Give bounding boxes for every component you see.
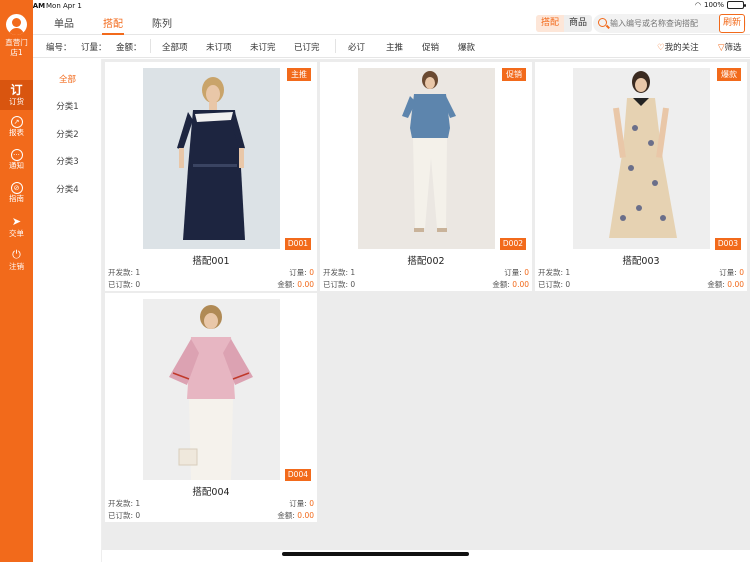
tag-badge: 促销 bbox=[502, 68, 526, 81]
view-toggle-product[interactable]: 商品 bbox=[564, 15, 592, 32]
filter-amount[interactable]: 金额： bbox=[116, 41, 142, 53]
outfit-name: 搭配004 bbox=[192, 487, 230, 498]
category-item-3[interactable]: 分类3 bbox=[33, 155, 102, 167]
order-amount: 金额: 0.00 bbox=[707, 280, 744, 289]
status-bar: 11:59 AM Mon Apr 1 ◠ 100% bbox=[0, 0, 750, 12]
category-item-all[interactable]: 全部 bbox=[33, 73, 102, 85]
category-sidebar: 全部 分类1 分类2 分类3 分类4 bbox=[33, 59, 102, 562]
ordered-count: 已订款: 0 bbox=[108, 511, 141, 520]
outfit-photo bbox=[573, 68, 710, 249]
divider bbox=[335, 39, 336, 53]
view-toggle: 搭配 商品 bbox=[536, 15, 593, 32]
ordered-count: 已订款: 0 bbox=[108, 280, 141, 289]
outfit-name: 搭配002 bbox=[407, 256, 445, 267]
filter-label: 筛选 bbox=[724, 43, 742, 53]
home-indicator[interactable] bbox=[282, 552, 469, 556]
filter-bar: 编号： 订量： 金额： 全部项 未订项 未订完 已订完 必订 主推 促销 爆款 … bbox=[33, 35, 750, 58]
outfit-code: D001 bbox=[284, 238, 311, 250]
tab-single[interactable]: 单品 bbox=[54, 15, 74, 30]
filter-button[interactable]: ▽筛选 bbox=[718, 41, 742, 53]
top-tabs: 单品 搭配 陈列 搭配 商品 刷新 bbox=[33, 12, 750, 35]
order-qty: 订量: 0 bbox=[289, 268, 314, 277]
outfit-card[interactable]: 主推 D001 搭配001 开发款: 1 已订款: 0 订量: 0 金额: 0.… bbox=[105, 62, 317, 291]
heart-icon: ♡ bbox=[657, 43, 665, 53]
outfit-name: 搭配003 bbox=[622, 256, 660, 267]
wifi-icon: ◠ bbox=[694, 1, 701, 9]
rail-item-report[interactable]: ↗ 报表 bbox=[0, 113, 33, 143]
open-count: 开发款: 1 bbox=[323, 268, 356, 277]
view-toggle-match[interactable]: 搭配 bbox=[536, 15, 565, 32]
order-qty: 订量: 0 bbox=[289, 499, 314, 508]
filter-main-push[interactable]: 主推 bbox=[386, 41, 403, 53]
rail-item-order[interactable]: 订 订货 bbox=[0, 80, 33, 110]
left-rail: 直营门店1 订 订货 ↗ 报表 ··· 通知 ⊘ 指南 ➤ 交单 ⏻ 注销 bbox=[0, 0, 33, 562]
power-icon: ⏻ bbox=[12, 248, 21, 261]
outfit-code: D004 bbox=[284, 469, 311, 481]
favorites-label: 我的关注 bbox=[664, 43, 699, 53]
tab-match[interactable]: 搭配 bbox=[103, 15, 123, 30]
outfit-photo bbox=[143, 299, 280, 480]
order-amount: 金额: 0.00 bbox=[277, 511, 314, 520]
filter-order-qty[interactable]: 订量： bbox=[81, 41, 107, 53]
filter-hot[interactable]: 爆款 bbox=[458, 41, 475, 53]
order-icon: 订 bbox=[10, 83, 23, 97]
category-item-1[interactable]: 分类1 bbox=[33, 100, 102, 112]
filter-must[interactable]: 必订 bbox=[348, 41, 365, 53]
rail-item-label: 指南 bbox=[9, 194, 24, 203]
status-right: ◠ 100% bbox=[694, 1, 746, 9]
category-item-4[interactable]: 分类4 bbox=[33, 183, 102, 195]
outfit-name: 搭配001 bbox=[192, 256, 230, 267]
rail-item-label: 通知 bbox=[9, 161, 24, 170]
rail-item-label: 订货 bbox=[9, 97, 24, 106]
order-qty: 订量: 0 bbox=[719, 268, 744, 277]
outfit-code: D002 bbox=[499, 238, 526, 250]
outfit-photo bbox=[143, 68, 280, 249]
outfit-card[interactable]: D004 搭配004 开发款: 1 已订款: 0 订量: 0 金额: 0.00 bbox=[105, 293, 317, 522]
open-count: 开发款: 1 bbox=[538, 268, 571, 277]
outfit-grid: 主推 D001 搭配001 开发款: 1 已订款: 0 订量: 0 金额: 0.… bbox=[102, 59, 750, 550]
rail-item-label: 报表 bbox=[9, 128, 24, 137]
outfit-photo bbox=[358, 68, 495, 249]
filter-not-ordered[interactable]: 未订项 bbox=[206, 41, 232, 53]
chart-icon: ↗ bbox=[10, 116, 23, 128]
order-amount: 金额: 0.00 bbox=[492, 280, 529, 289]
category-item-2[interactable]: 分类2 bbox=[33, 128, 102, 140]
rail-item-label: 交单 bbox=[9, 229, 24, 238]
battery-percent: 100% bbox=[703, 1, 724, 9]
rail-item-submit[interactable]: ➤ 交单 bbox=[0, 212, 33, 242]
filter-all[interactable]: 全部项 bbox=[162, 41, 188, 53]
favorites-button[interactable]: ♡我的关注 bbox=[657, 41, 699, 53]
status-date: Mon Apr 1 bbox=[46, 2, 82, 10]
order-amount: 金额: 0.00 bbox=[277, 280, 314, 289]
rail-item-logout[interactable]: ⏻ 注销 bbox=[0, 245, 33, 275]
tab-display[interactable]: 陈列 bbox=[152, 15, 172, 30]
filter-not-finished[interactable]: 未订完 bbox=[250, 41, 276, 53]
outfit-card[interactable]: 促销 D002 搭配002 开发款: 1 已订款: 0 订量: 0 金额: 0.… bbox=[320, 62, 532, 291]
rail-item-notice[interactable]: ··· 通知 bbox=[0, 146, 33, 176]
outfit-card[interactable]: 爆款 D003 搭配003 开发款: 1 已订款: 0 订量: 0 金额: 0.… bbox=[535, 62, 747, 291]
rail-item-label: 注销 bbox=[9, 262, 24, 271]
rail-item-guide[interactable]: ⊘ 指南 bbox=[0, 179, 33, 209]
filter-finished[interactable]: 已订完 bbox=[294, 41, 320, 53]
outfit-code: D003 bbox=[714, 238, 741, 250]
tag-badge: 主推 bbox=[287, 68, 311, 81]
battery-icon bbox=[727, 1, 746, 9]
compass-icon: ⊘ bbox=[10, 182, 23, 194]
ordered-count: 已订款: 0 bbox=[538, 280, 571, 289]
order-qty: 订量: 0 bbox=[504, 268, 529, 277]
tag-badge: 爆款 bbox=[717, 68, 741, 81]
divider bbox=[150, 39, 151, 53]
open-count: 开发款: 1 bbox=[108, 268, 141, 277]
open-count: 开发款: 1 bbox=[108, 499, 141, 508]
store-name: 直营门店1 bbox=[5, 38, 28, 57]
refresh-button[interactable]: 刷新 bbox=[719, 14, 745, 33]
ordered-count: 已订款: 0 bbox=[323, 280, 356, 289]
filter-number[interactable]: 编号： bbox=[46, 41, 72, 53]
send-icon: ➤ bbox=[11, 215, 22, 228]
search-icon bbox=[598, 18, 607, 27]
filter-promo[interactable]: 促销 bbox=[422, 41, 439, 53]
notice-icon: ··· bbox=[10, 149, 23, 161]
avatar[interactable] bbox=[6, 14, 27, 35]
